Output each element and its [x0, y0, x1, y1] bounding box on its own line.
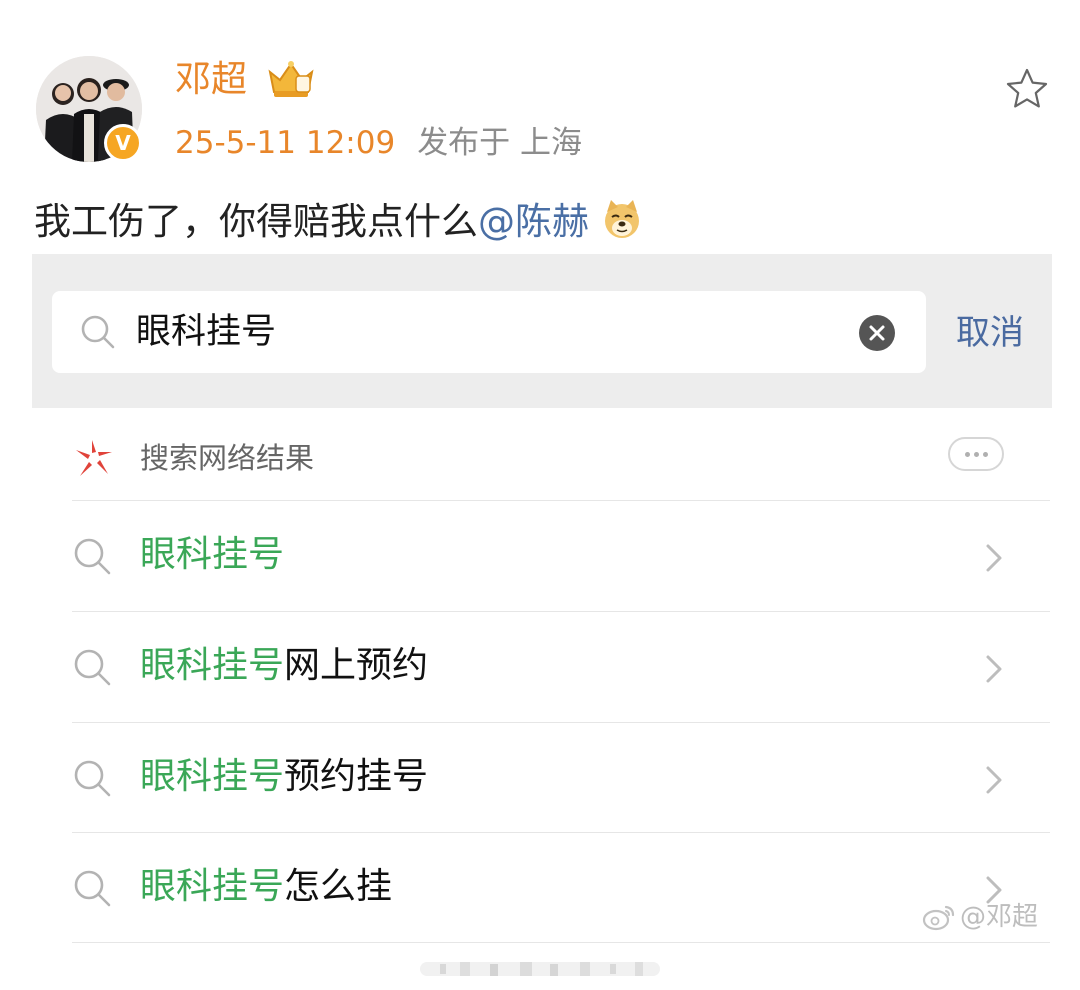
search-query: 眼科挂号: [136, 312, 277, 352]
search-icon: [70, 534, 114, 578]
search-bar: 眼科挂号 取消: [32, 254, 1052, 408]
search-icon: [70, 866, 114, 910]
web-results-label: 搜索网络结果: [140, 441, 315, 475]
username[interactable]: 邓超: [175, 58, 247, 102]
post-meta: 25-5-11 12:09 发布于 上海: [175, 124, 582, 162]
vip-crown-icon: [266, 58, 316, 100]
post-body: 我工伤了，你得赔我点什么: [34, 200, 478, 243]
search-icon: [70, 645, 114, 689]
divider: [72, 722, 1050, 723]
home-indicator: [420, 958, 660, 978]
post-timestamp: 25-5-11 12:09: [175, 125, 396, 161]
divider: [72, 832, 1050, 833]
suggestion-rest: 预约挂号: [284, 756, 429, 797]
suggestion-highlight: 眼科挂号: [140, 756, 285, 797]
suggestion-item[interactable]: 眼科挂号预约挂号: [32, 724, 1052, 834]
suggestion-text: 眼科挂号: [140, 529, 284, 581]
web-results-section[interactable]: 搜索网络结果: [32, 408, 1052, 500]
web-search-icon: [72, 438, 116, 478]
search-icon: [70, 756, 114, 800]
search-input[interactable]: 眼科挂号: [52, 291, 926, 373]
suggestion-highlight: 眼科挂号: [140, 645, 285, 686]
dot-icon: [982, 451, 988, 457]
suggestion-rest: 怎么挂: [284, 866, 393, 907]
post-text: 我工伤了，你得赔我点什么@陈赫: [34, 196, 643, 248]
dot-icon: [973, 451, 979, 457]
suggestion-item[interactable]: 眼科挂号网上预约: [32, 613, 1052, 723]
chevron-right-icon: [984, 653, 1004, 685]
embedded-screenshot: 眼科挂号 取消 搜索网络结果 眼科挂号 眼科挂号网上预约 眼科挂号预约挂号 眼科…: [32, 254, 1052, 990]
suggestion-item[interactable]: 眼科挂号怎么挂: [32, 834, 1052, 944]
weibo-logo-icon: [922, 903, 956, 931]
suggestion-highlight: 眼科挂号: [140, 866, 285, 907]
mention-link[interactable]: @陈赫: [478, 200, 589, 243]
watermark-text: @邓超: [960, 902, 1039, 932]
watermark: @邓超: [922, 900, 1038, 934]
suggestion-rest: 网上预约: [284, 645, 429, 686]
cancel-button[interactable]: 取消: [956, 310, 1024, 356]
search-icon: [78, 312, 118, 352]
dot-icon: [964, 451, 970, 457]
divider: [72, 942, 1050, 943]
doge-emoji: [601, 198, 643, 240]
divider: [72, 500, 1050, 501]
verified-badge: V: [104, 124, 142, 162]
post-location: 发布于 上海: [417, 125, 583, 161]
suggestion-text: 眼科挂号预约挂号: [140, 751, 428, 803]
suggestion-item[interactable]: 眼科挂号: [32, 502, 1052, 612]
star-icon[interactable]: [1004, 66, 1050, 112]
suggestion-text: 眼科挂号怎么挂: [140, 861, 392, 913]
suggestion-text: 眼科挂号网上预约: [140, 640, 428, 692]
suggestion-highlight: 眼科挂号: [140, 534, 285, 575]
more-options-button[interactable]: [948, 437, 1004, 471]
clear-icon[interactable]: [858, 314, 896, 352]
chevron-right-icon: [984, 764, 1004, 796]
divider: [72, 611, 1050, 612]
chevron-right-icon: [984, 542, 1004, 574]
